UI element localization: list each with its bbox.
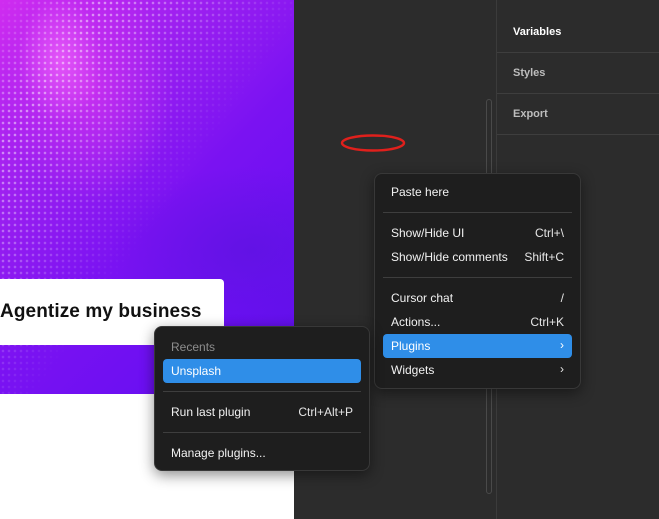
panel-item-label: Export xyxy=(513,108,548,120)
menu-item-label: Actions... xyxy=(391,315,441,329)
menu-item-shortcut: Ctrl+K xyxy=(530,315,564,329)
menu-item-shortcut: / xyxy=(560,291,564,305)
menu-item-shortcut: Shift+C xyxy=(524,250,564,264)
chevron-right-icon: › xyxy=(560,338,564,352)
menu-item-label: Show/Hide comments xyxy=(391,250,508,264)
panel-item-label: Variables xyxy=(513,26,562,38)
menu-divider xyxy=(163,432,361,433)
panel-item-label: Styles xyxy=(513,67,546,79)
menu-item-show-hide-ui[interactable]: Show/Hide UI Ctrl+\ xyxy=(383,221,572,245)
menu-item-label: Run last plugin xyxy=(171,405,251,419)
menu-divider xyxy=(383,212,572,213)
chevron-right-icon: › xyxy=(560,362,564,376)
plugins-submenu: Recents Unsplash Run last plugin Ctrl+Al… xyxy=(154,326,370,471)
menu-item-label: Manage plugins... xyxy=(171,446,266,460)
menu-item-plugins[interactable]: Plugins › xyxy=(383,334,572,358)
menu-item-shortcut: Ctrl+Alt+P xyxy=(298,405,353,419)
menu-item-label: Paste here xyxy=(391,185,450,199)
menu-item-paste-here[interactable]: Paste here xyxy=(383,180,572,204)
cta-text: Agentize my business xyxy=(0,301,202,322)
menu-divider xyxy=(163,391,361,392)
menu-item-shortcut: Ctrl+\ xyxy=(534,226,564,240)
recents-heading: Recents xyxy=(171,340,216,354)
menu-item-label: Widgets xyxy=(391,363,435,377)
menu-item-actions[interactable]: Actions... Ctrl+K xyxy=(383,310,572,334)
menu-item-show-hide-comments[interactable]: Show/Hide comments Shift+C xyxy=(383,245,572,269)
menu-item-label: Plugins xyxy=(391,339,431,353)
menu-item-label: Show/Hide UI xyxy=(391,226,465,240)
menu-item-cursor-chat[interactable]: Cursor chat / xyxy=(383,286,572,310)
menu-item-label: Unsplash xyxy=(171,364,222,378)
panel-item-styles[interactable]: Styles xyxy=(497,53,659,94)
context-menu: Paste here Show/Hide UI Ctrl+\ Show/Hide… xyxy=(374,173,581,389)
panel-item-export[interactable]: Export xyxy=(497,94,659,135)
menu-divider xyxy=(383,277,572,278)
menu-item-run-last-plugin[interactable]: Run last plugin Ctrl+Alt+P xyxy=(163,400,361,424)
menu-item-widgets[interactable]: Widgets › xyxy=(383,358,572,382)
panel-item-variables[interactable]: Variables xyxy=(497,12,659,53)
red-annotation-scribble xyxy=(340,134,406,152)
menu-item-label: Cursor chat xyxy=(391,291,454,305)
menu-item-manage-plugins[interactable]: Manage plugins... xyxy=(163,441,361,465)
plugin-item-unsplash[interactable]: Unsplash xyxy=(163,359,361,383)
